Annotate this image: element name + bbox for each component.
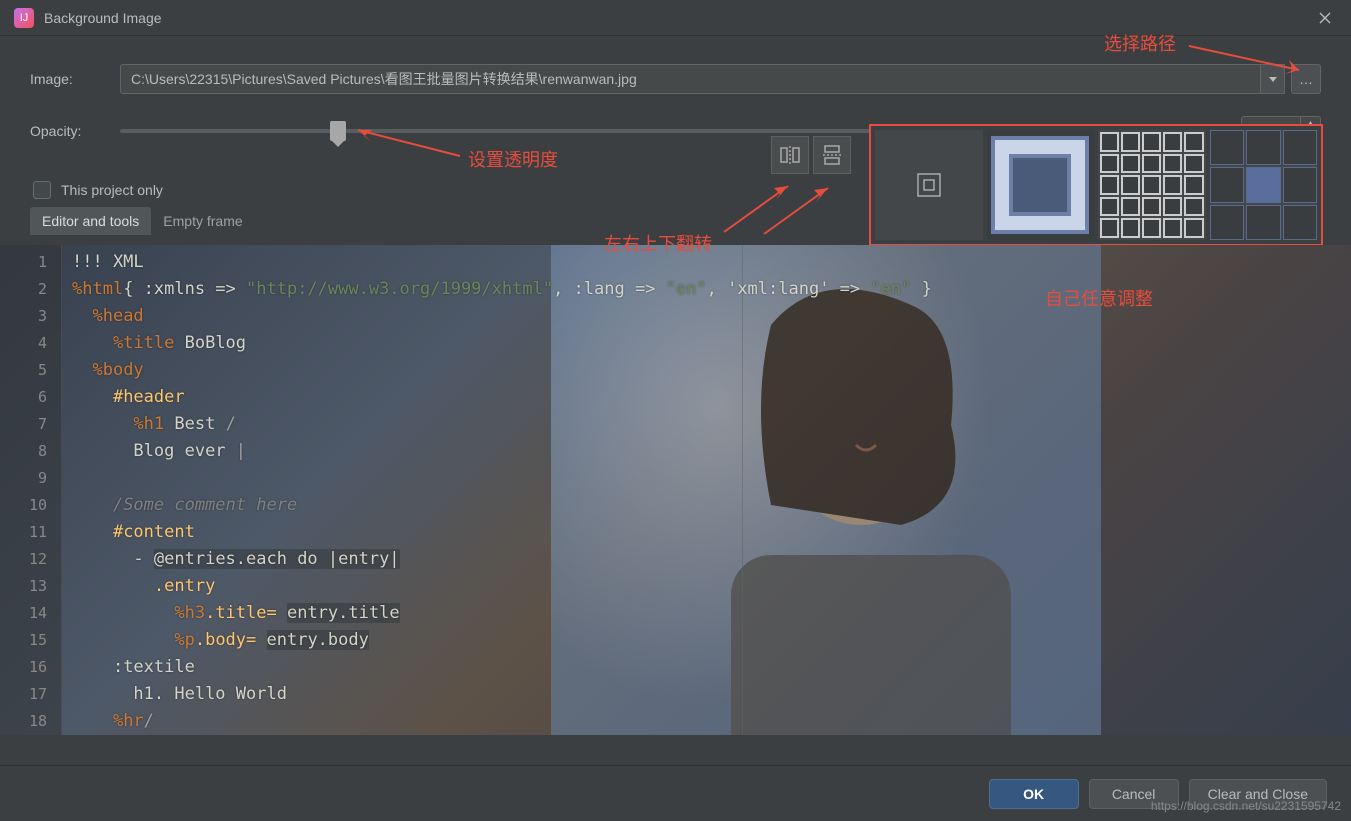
- image-label: Image:: [30, 71, 120, 87]
- tab-empty-frame[interactable]: Empty frame: [151, 207, 254, 235]
- this-project-label: This project only: [61, 182, 163, 198]
- line-number: 14: [0, 600, 61, 627]
- line-number: 7: [0, 411, 61, 438]
- image-path-value: C:\Users\22315\Pictures\Saved Pictures\看…: [131, 69, 637, 89]
- image-dropdown-icon[interactable]: [1261, 64, 1285, 94]
- line-number: 16: [0, 654, 61, 681]
- ok-button[interactable]: OK: [989, 779, 1079, 809]
- fill-option-tile[interactable]: [1098, 130, 1206, 240]
- line-number: 8: [0, 438, 61, 465]
- this-project-checkbox[interactable]: [33, 181, 51, 199]
- app-icon: IJ: [14, 8, 34, 28]
- watermark: https://blog.csdn.net/su2231595742: [1151, 799, 1341, 813]
- close-icon[interactable]: [1305, 4, 1345, 32]
- line-number: 6: [0, 384, 61, 411]
- line-number: 2: [0, 276, 61, 303]
- fill-options-panel: [869, 124, 1323, 246]
- editor-preview: 1 2 3 4 5 6 7 8 9 10 11 12 13 14 15 16 1…: [0, 245, 1351, 735]
- tab-editor-and-tools[interactable]: Editor and tools: [30, 207, 151, 235]
- opacity-label: Opacity:: [30, 123, 120, 139]
- line-number: 18: [0, 708, 61, 735]
- gutter: 1 2 3 4 5 6 7 8 9 10 11 12 13 14 15 16 1…: [0, 245, 62, 735]
- browse-button[interactable]: …: [1291, 64, 1321, 94]
- fill-option-plain[interactable]: [875, 130, 983, 240]
- line-number: 4: [0, 330, 61, 357]
- line-number: 10: [0, 492, 61, 519]
- line-number: 1: [0, 249, 61, 276]
- flip-horizontal-button[interactable]: [771, 136, 809, 174]
- line-number: 12: [0, 546, 61, 573]
- slider-thumb[interactable]: [330, 121, 346, 141]
- line-number: 3: [0, 303, 61, 330]
- fill-option-scale[interactable]: [987, 130, 1095, 240]
- flip-vertical-button[interactable]: [813, 136, 851, 174]
- image-path-input[interactable]: C:\Users\22315\Pictures\Saved Pictures\看…: [120, 64, 1261, 94]
- line-number: 17: [0, 681, 61, 708]
- code-area[interactable]: !!! XML %html{ :xmlns => "http://www.w3.…: [62, 245, 1351, 735]
- line-number: 5: [0, 357, 61, 384]
- window-title: Background Image: [44, 10, 1305, 26]
- fill-option-anchor[interactable]: [1210, 130, 1318, 240]
- line-number: 13: [0, 573, 61, 600]
- line-number: 15: [0, 627, 61, 654]
- titlebar: IJ Background Image: [0, 0, 1351, 36]
- line-number: 9: [0, 465, 61, 492]
- image-row: Image: C:\Users\22315\Pictures\Saved Pic…: [30, 64, 1321, 94]
- line-number: 11: [0, 519, 61, 546]
